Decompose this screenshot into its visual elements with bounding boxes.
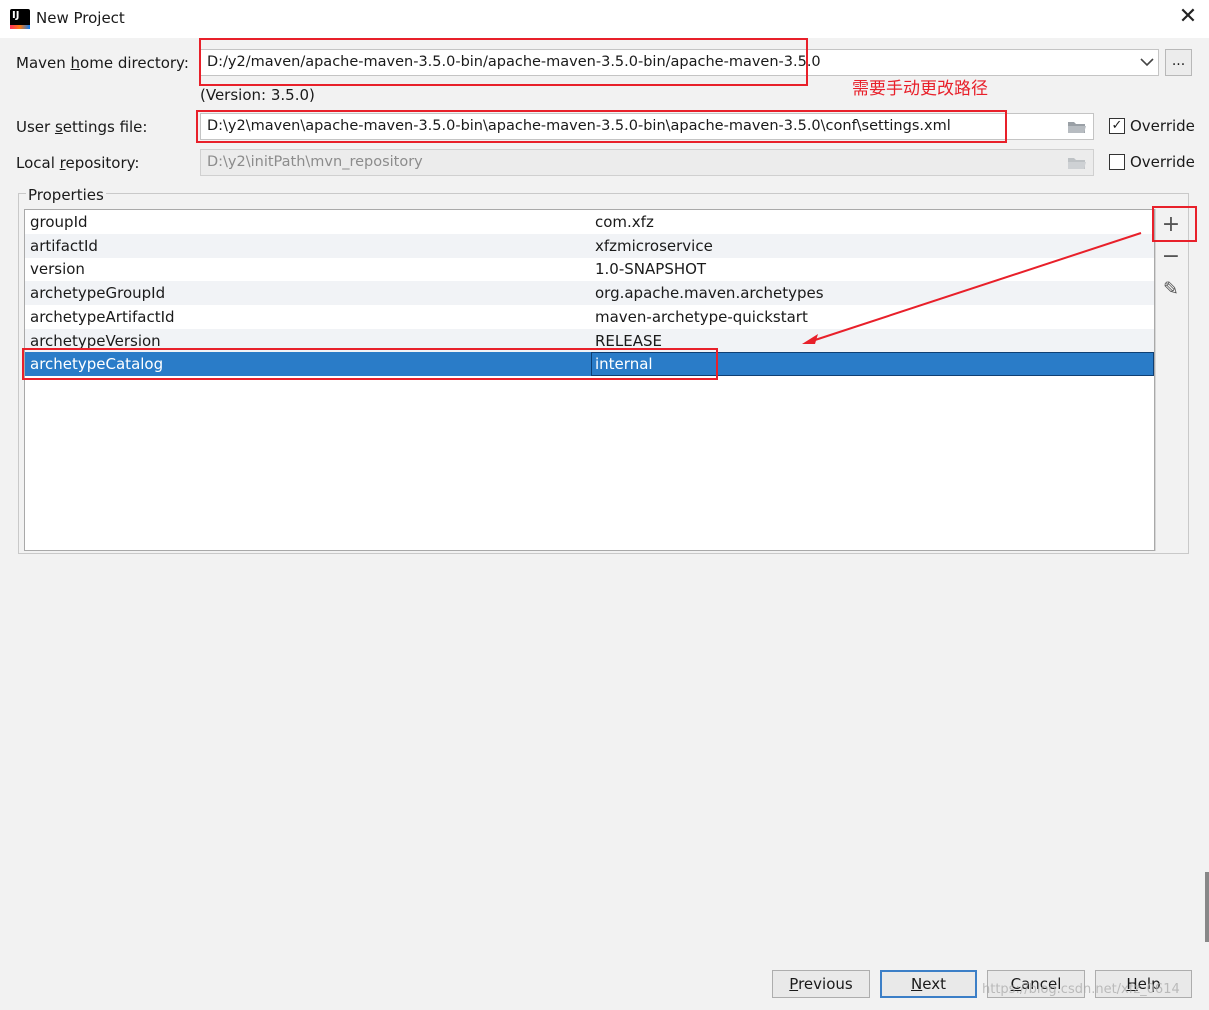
previous-button[interactable]: Previous (772, 970, 870, 998)
watermark: https://blog.csdn.net/xfz_0614 (982, 982, 1180, 997)
window-edge-mark (1205, 872, 1209, 942)
next-button[interactable]: Next (880, 970, 977, 998)
annotation-arrow (802, 232, 1142, 344)
